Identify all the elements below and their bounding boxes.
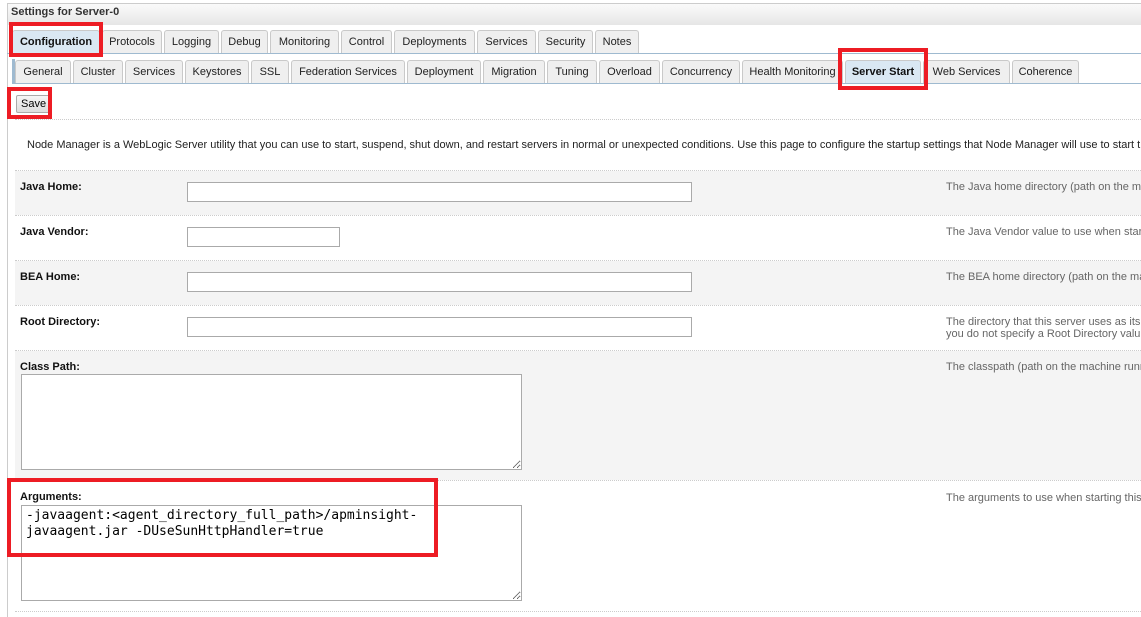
subtab-federation-services[interactable]: Federation Services bbox=[291, 60, 405, 83]
subtab-server-start[interactable]: Server Start bbox=[845, 60, 921, 83]
subtab-coherence[interactable]: Coherence bbox=[1012, 60, 1079, 83]
subtab-ssl[interactable]: SSL bbox=[251, 60, 289, 83]
page-title: Settings for Server-0 bbox=[11, 6, 120, 18]
divider bbox=[15, 119, 1141, 120]
subtab-overload[interactable]: Overload bbox=[599, 60, 660, 83]
tab-logging[interactable]: Logging bbox=[164, 30, 219, 53]
subtab-services[interactable]: Services bbox=[125, 60, 183, 83]
class-path-textarea[interactable] bbox=[21, 374, 522, 470]
java-vendor-row: Java Vendor: The Java Vendor value to us… bbox=[15, 216, 1141, 260]
root-directory-label: Root Directory: bbox=[20, 316, 101, 328]
title-bar bbox=[7, 3, 1141, 25]
arguments-help: The arguments to use when starting this bbox=[946, 492, 1141, 504]
arguments-textarea[interactable] bbox=[21, 505, 522, 601]
bea-home-input[interactable] bbox=[187, 272, 692, 292]
tab-protocols[interactable]: Protocols bbox=[102, 30, 162, 53]
java-vendor-help: The Java Vendor value to use when star bbox=[946, 226, 1141, 238]
intro-text: Node Manager is a WebLogic Server utilit… bbox=[27, 139, 1141, 151]
tab-configuration[interactable]: Configuration bbox=[12, 30, 100, 53]
subtab-web-services[interactable]: Web Services bbox=[923, 60, 1010, 83]
tab-security[interactable]: Security bbox=[538, 30, 593, 53]
class-path-row: Class Path: The classpath (path on the m… bbox=[15, 351, 1141, 480]
subtab-migration[interactable]: Migration bbox=[483, 60, 545, 83]
root-directory-help-2: you do not specify a Root Directory valu bbox=[946, 328, 1141, 340]
java-home-input[interactable] bbox=[187, 182, 692, 202]
bea-home-help: The BEA home directory (path on the ma bbox=[946, 271, 1141, 283]
bea-home-label: BEA Home: bbox=[20, 271, 81, 283]
arguments-row: Arguments: The arguments to use when sta… bbox=[15, 481, 1141, 610]
subtab-tuning[interactable]: Tuning bbox=[547, 60, 597, 83]
java-vendor-label: Java Vendor: bbox=[20, 226, 89, 238]
java-home-label: Java Home: bbox=[20, 181, 82, 193]
tab-debug[interactable]: Debug bbox=[221, 30, 268, 53]
arguments-label: Arguments: bbox=[20, 491, 82, 503]
class-path-label: Class Path: bbox=[20, 361, 80, 373]
subtab-cluster[interactable]: Cluster bbox=[73, 60, 123, 83]
subtab-deployment[interactable]: Deployment bbox=[407, 60, 481, 83]
subtab-concurrency[interactable]: Concurrency bbox=[662, 60, 740, 83]
java-home-help: The Java home directory (path on the m bbox=[946, 181, 1141, 193]
java-home-row: Java Home: The Java home directory (path… bbox=[15, 171, 1141, 215]
left-border bbox=[7, 24, 8, 617]
subtab-general[interactable]: General bbox=[15, 60, 71, 83]
subtab-keystores[interactable]: Keystores bbox=[185, 60, 249, 83]
bea-home-row: BEA Home: The BEA home directory (path o… bbox=[15, 261, 1141, 305]
tab-notes[interactable]: Notes bbox=[595, 30, 639, 53]
tab-deployments[interactable]: Deployments bbox=[394, 30, 475, 53]
root-directory-row: Root Directory: The directory that this … bbox=[15, 306, 1141, 350]
class-path-help: The classpath (path on the machine runn bbox=[946, 361, 1141, 373]
root-directory-help: The directory that this server uses as i… bbox=[946, 316, 1141, 328]
java-vendor-input[interactable] bbox=[187, 227, 340, 247]
tab-monitoring[interactable]: Monitoring bbox=[270, 30, 339, 53]
tab-services[interactable]: Services bbox=[477, 30, 536, 53]
root-directory-input[interactable] bbox=[187, 317, 692, 337]
subtab-health-monitoring[interactable]: Health Monitoring bbox=[742, 60, 843, 83]
tab-control[interactable]: Control bbox=[341, 30, 392, 53]
save-button[interactable]: Save bbox=[16, 95, 52, 113]
